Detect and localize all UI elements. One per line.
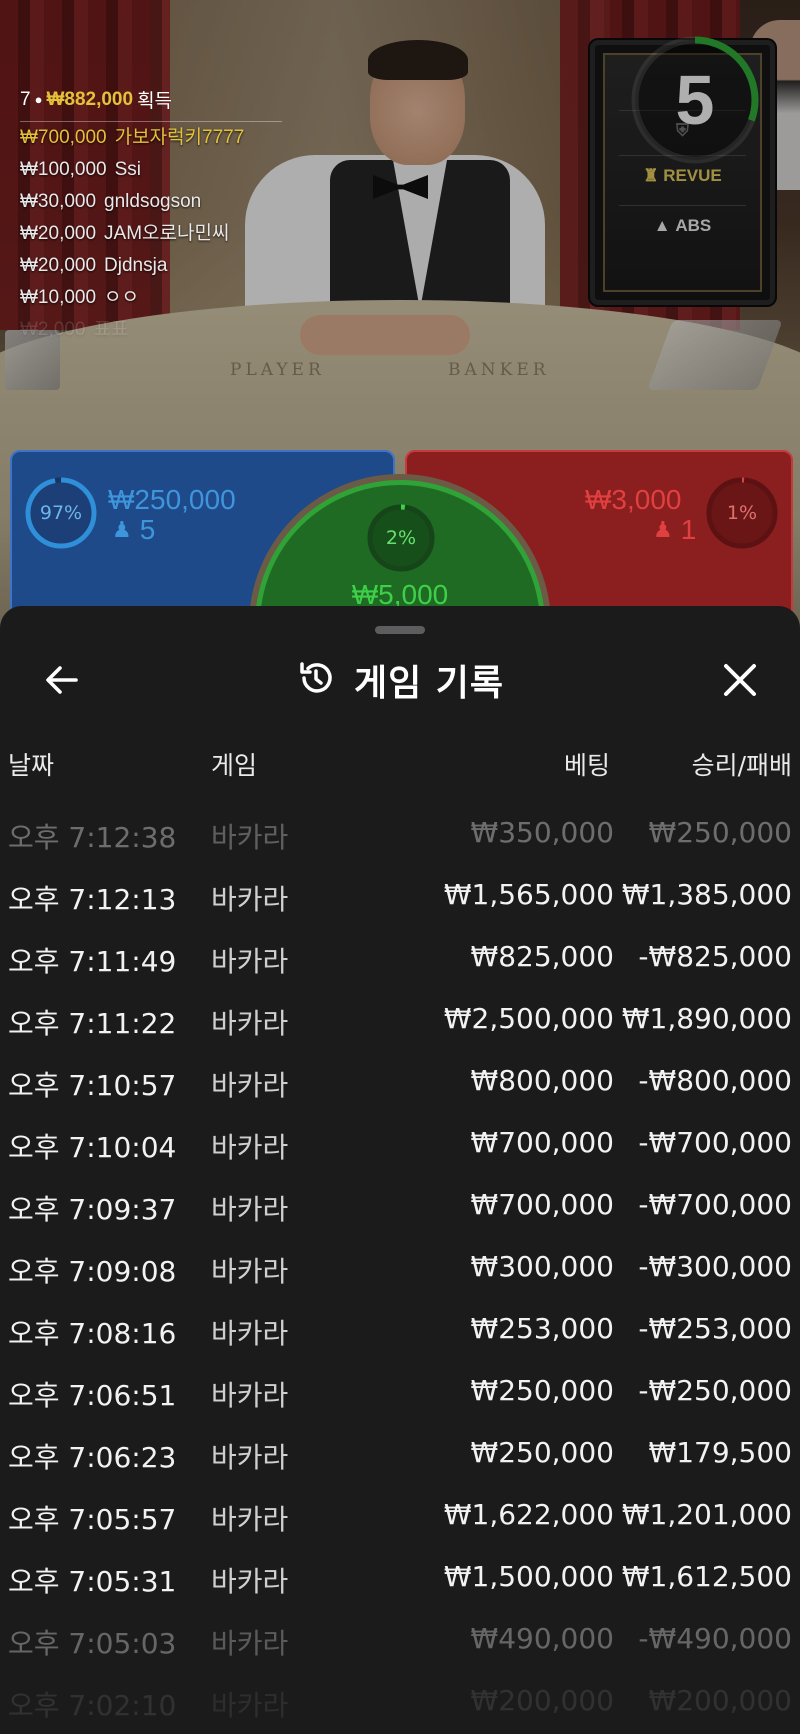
player-percent-ring: 97% bbox=[24, 476, 98, 550]
winner-row: ₩20,000 JAM오로나민씨 bbox=[20, 223, 230, 244]
table-row[interactable]: 오후 7:11:49 바카라 ₩825,000 -₩825,000 bbox=[0, 926, 800, 988]
winner-row: ₩10,000 ㅇㅇ bbox=[20, 287, 140, 308]
table-row[interactable]: 오후 7:10:57 바카라 ₩800,000 -₩800,000 bbox=[0, 1050, 800, 1112]
player-bet-amount: ₩250,000 bbox=[108, 484, 236, 515]
close-button[interactable] bbox=[714, 654, 766, 706]
user-icon: ♟ bbox=[653, 517, 673, 542]
sheet-title: 게임 기록 bbox=[353, 663, 504, 704]
close-icon bbox=[724, 664, 756, 696]
banker-percent-ring: 1% bbox=[705, 476, 779, 550]
table-row[interactable]: 오후 7:05:57 바카라 ₩1,622,000 ₩1,201,000 bbox=[0, 1484, 800, 1546]
player-percent: 97% bbox=[39, 502, 83, 524]
back-button[interactable] bbox=[36, 654, 88, 706]
table-row[interactable]: 오후 7:12:38 바카라 ₩350,000 ₩250,000 bbox=[0, 802, 800, 864]
winners-suffix: 획득 bbox=[137, 91, 173, 112]
table-row[interactable]: 오후 7:02:10 바카라 ₩200,000 ₩200,000 bbox=[0, 1670, 800, 1732]
person-icon: ● bbox=[34, 92, 43, 107]
winners-count: 7 bbox=[20, 88, 31, 110]
column-header-date: 날짜 bbox=[8, 751, 55, 780]
history-table[interactable]: 오후 7:12:38 바카라 ₩350,000 ₩250,000 오후 7:12:13… bbox=[0, 802, 800, 1732]
banker-percent: 1% bbox=[726, 502, 758, 524]
table-row[interactable]: 오후 7:10:04 바카라 ₩700,000 -₩700,000 bbox=[0, 1112, 800, 1174]
column-header-bet: 베팅 bbox=[563, 751, 610, 780]
table-row[interactable]: 오후 7:05:31 바카라 ₩1,500,000 ₩1,612,500 bbox=[0, 1546, 800, 1608]
sheet-header: 게임 기록 bbox=[0, 648, 800, 712]
winners-summary: 7 ● ₩882,000 획득 bbox=[20, 86, 282, 122]
column-header-game: 게임 bbox=[211, 751, 258, 780]
history-icon bbox=[296, 658, 336, 702]
tie-percent: 2% bbox=[385, 527, 417, 549]
table-row[interactable]: 오후 7:06:23 바카라 ₩250,000 ₩179,500 bbox=[0, 1422, 800, 1484]
table-row[interactable]: 오후 7:12:13 바카라 ₩1,565,000 ₩1,385,000 bbox=[0, 864, 800, 926]
winner-row: ₩100,000 Ssi bbox=[20, 159, 142, 180]
winner-row: ₩2,000 표표 bbox=[20, 319, 129, 340]
column-header-result: 승리/패배 bbox=[691, 751, 792, 780]
table-row[interactable]: 오후 7:06:51 바카라 ₩250,000 -₩250,000 bbox=[0, 1360, 800, 1422]
player-bettor-count: ♟ 5 bbox=[112, 514, 156, 545]
winner-row: ₩30,000 gnldsogson bbox=[20, 191, 202, 212]
winner-row: ₩700,000 가보자럭키7777 bbox=[20, 127, 245, 148]
table-row[interactable]: 오후 7:09:37 바카라 ₩700,000 -₩700,000 bbox=[0, 1174, 800, 1236]
winners-total: ₩882,000 bbox=[46, 88, 134, 110]
table-row[interactable]: 오후 7:09:08 바카라 ₩300,000 -₩300,000 bbox=[0, 1236, 800, 1298]
banker-bet-amount: ₩3,000 bbox=[585, 484, 682, 515]
tie-percent-ring: 2% bbox=[366, 503, 436, 573]
table-row[interactable]: 오후 7:11:22 바카라 ₩2,500,000 ₩1,890,000 bbox=[0, 988, 800, 1050]
table-row[interactable]: 오후 7:08:16 바카라 ₩253,000 -₩253,000 bbox=[0, 1298, 800, 1360]
table-row[interactable]: 오후 7:05:03 바카라 ₩490,000 -₩490,000 bbox=[0, 1608, 800, 1670]
winners-list: 7 ● ₩882,000 획득 ₩700,000 가보자럭키7777 ₩100,0… bbox=[20, 86, 282, 346]
banker-bettor-count: ♟ 1 bbox=[653, 514, 697, 545]
game-history-sheet: 게임 기록 날짜 게임 베팅 승리/패배 오후 7:12:38 바카라 ₩350,0… bbox=[0, 606, 800, 1734]
sheet-drag-handle[interactable] bbox=[375, 626, 425, 634]
title-group: 게임 기록 bbox=[0, 648, 800, 712]
arrow-left-icon bbox=[46, 666, 78, 694]
user-icon: ♟ bbox=[112, 517, 132, 542]
winner-row: ₩20,000 Djdnsja bbox=[20, 255, 168, 276]
